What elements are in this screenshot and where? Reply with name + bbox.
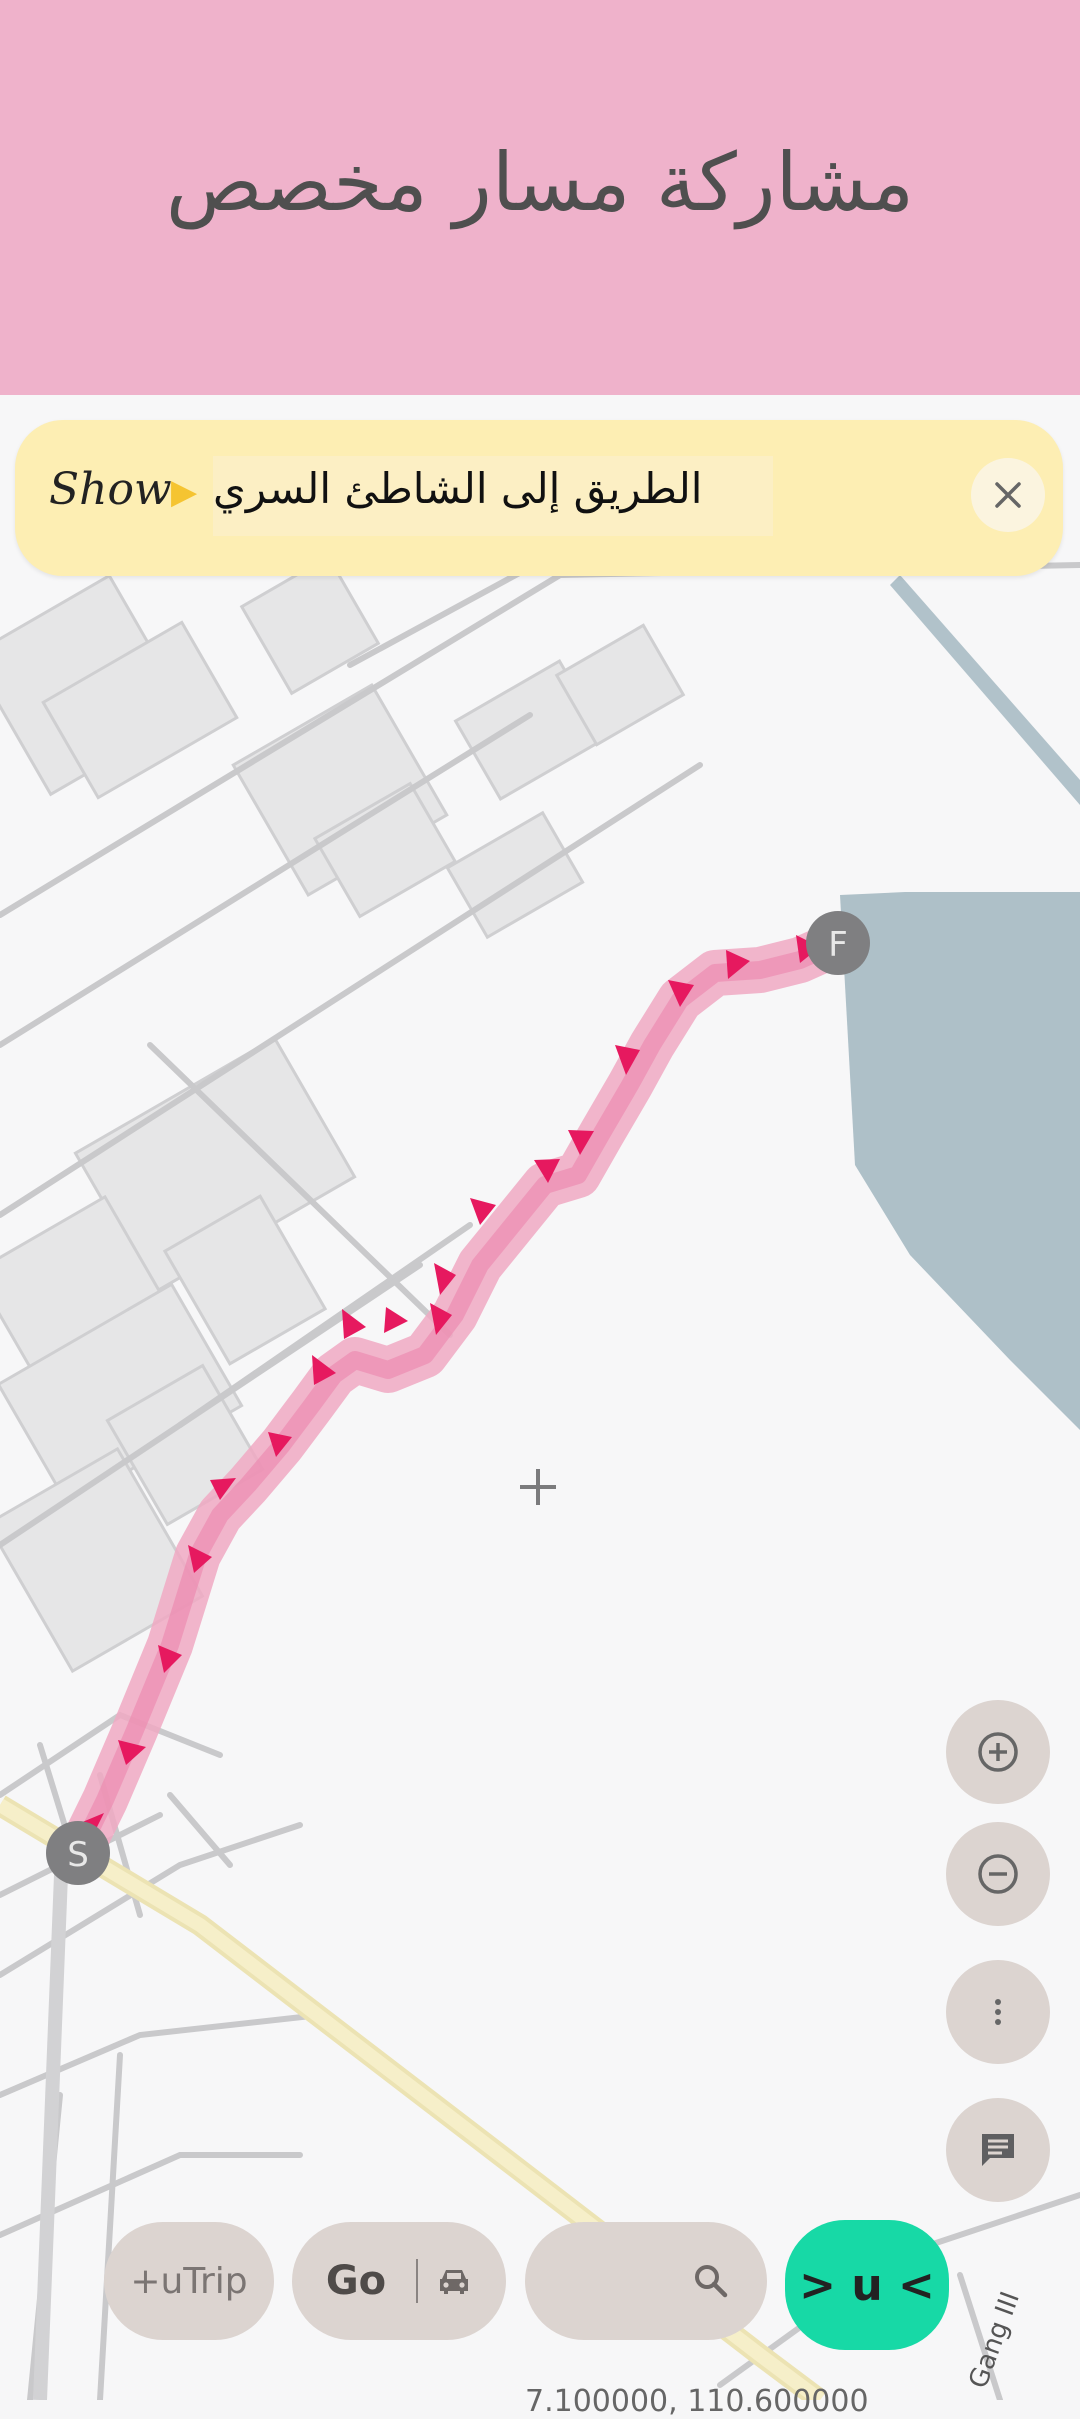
chat-icon: [982, 2134, 1014, 2166]
compass-button[interactable]: > u <: [785, 2220, 949, 2350]
add-trip-label: +uTrip: [130, 2260, 248, 2302]
search-icon: [695, 2265, 728, 2298]
close-icon: [995, 482, 1021, 508]
show-label[interactable]: Show: [49, 464, 172, 515]
finish-marker-label: F: [828, 925, 848, 965]
go-button[interactable]: Go: [292, 2222, 506, 2340]
more-options-button[interactable]: [946, 1960, 1050, 2064]
close-button[interactable]: [971, 458, 1045, 532]
app-header: مشاركة مسار مخصص: [0, 0, 1080, 395]
more-vertical-icon: [995, 1999, 1001, 2025]
divider: [416, 2259, 419, 2303]
finish-marker: F: [806, 911, 870, 975]
zoom-in-button[interactable]: [946, 1700, 1050, 1804]
water-area: [840, 892, 1080, 1430]
start-marker: S: [46, 1821, 110, 1885]
play-arrow-icon: ▶: [171, 472, 198, 512]
route-name-field[interactable]: الطريق إلى الشاطئ السري: [213, 456, 773, 536]
car-icon: [440, 2270, 469, 2294]
zoom-out-button[interactable]: [946, 1822, 1050, 1926]
coordinates-readout: 7.100000, 110.600000: [525, 2384, 869, 2419]
go-label: Go: [325, 2258, 387, 2304]
zoom-in-icon: [978, 1732, 1018, 1772]
crosshair-icon: [520, 1469, 556, 1505]
route-name: الطريق إلى الشاطئ السري: [213, 464, 703, 513]
search-button[interactable]: [525, 2222, 767, 2340]
chat-button[interactable]: [946, 2098, 1050, 2202]
page-title: مشاركة مسار مخصص: [165, 136, 915, 229]
road-label: Gang III: [963, 2288, 1026, 2393]
river-channel: [890, 575, 1080, 805]
route-banner[interactable]: Show ▶ الطريق إلى الشاطئ السري: [15, 420, 1063, 576]
compass-label: > u <: [799, 2259, 935, 2311]
zoom-out-icon: [978, 1854, 1018, 1894]
map-view[interactable]: S F Gang III: [0, 395, 1080, 2400]
map-canvas[interactable]: S F Gang III: [0, 395, 1080, 2400]
add-trip-button[interactable]: +uTrip: [104, 2222, 274, 2340]
start-marker-label: S: [67, 1835, 89, 1875]
